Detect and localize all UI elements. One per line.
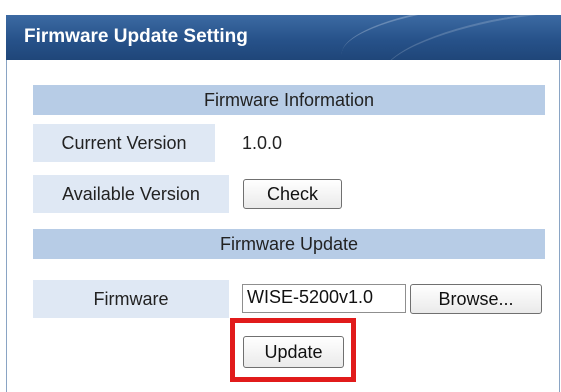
update-button[interactable]: Update [243, 336, 344, 368]
current-version-label: Current Version [33, 124, 215, 162]
panel-header: Firmware Update Setting [6, 15, 561, 60]
firmware-file-field[interactable]: WISE-5200v1.0 [242, 284, 406, 313]
firmware-label: Firmware [33, 280, 229, 318]
available-version-label: Available Version [33, 175, 229, 213]
firmware-update-panel: Firmware Update Setting Firmware Informa… [0, 0, 561, 392]
browse-button[interactable]: Browse... [410, 284, 542, 314]
current-version-value: 1.0.0 [242, 133, 283, 153]
panel-title: Firmware Update Setting [24, 26, 248, 47]
section-header-firmware-update: Firmware Update [33, 229, 545, 259]
section-header-firmware-information: Firmware Information [33, 85, 545, 115]
check-button[interactable]: Check [243, 179, 342, 209]
